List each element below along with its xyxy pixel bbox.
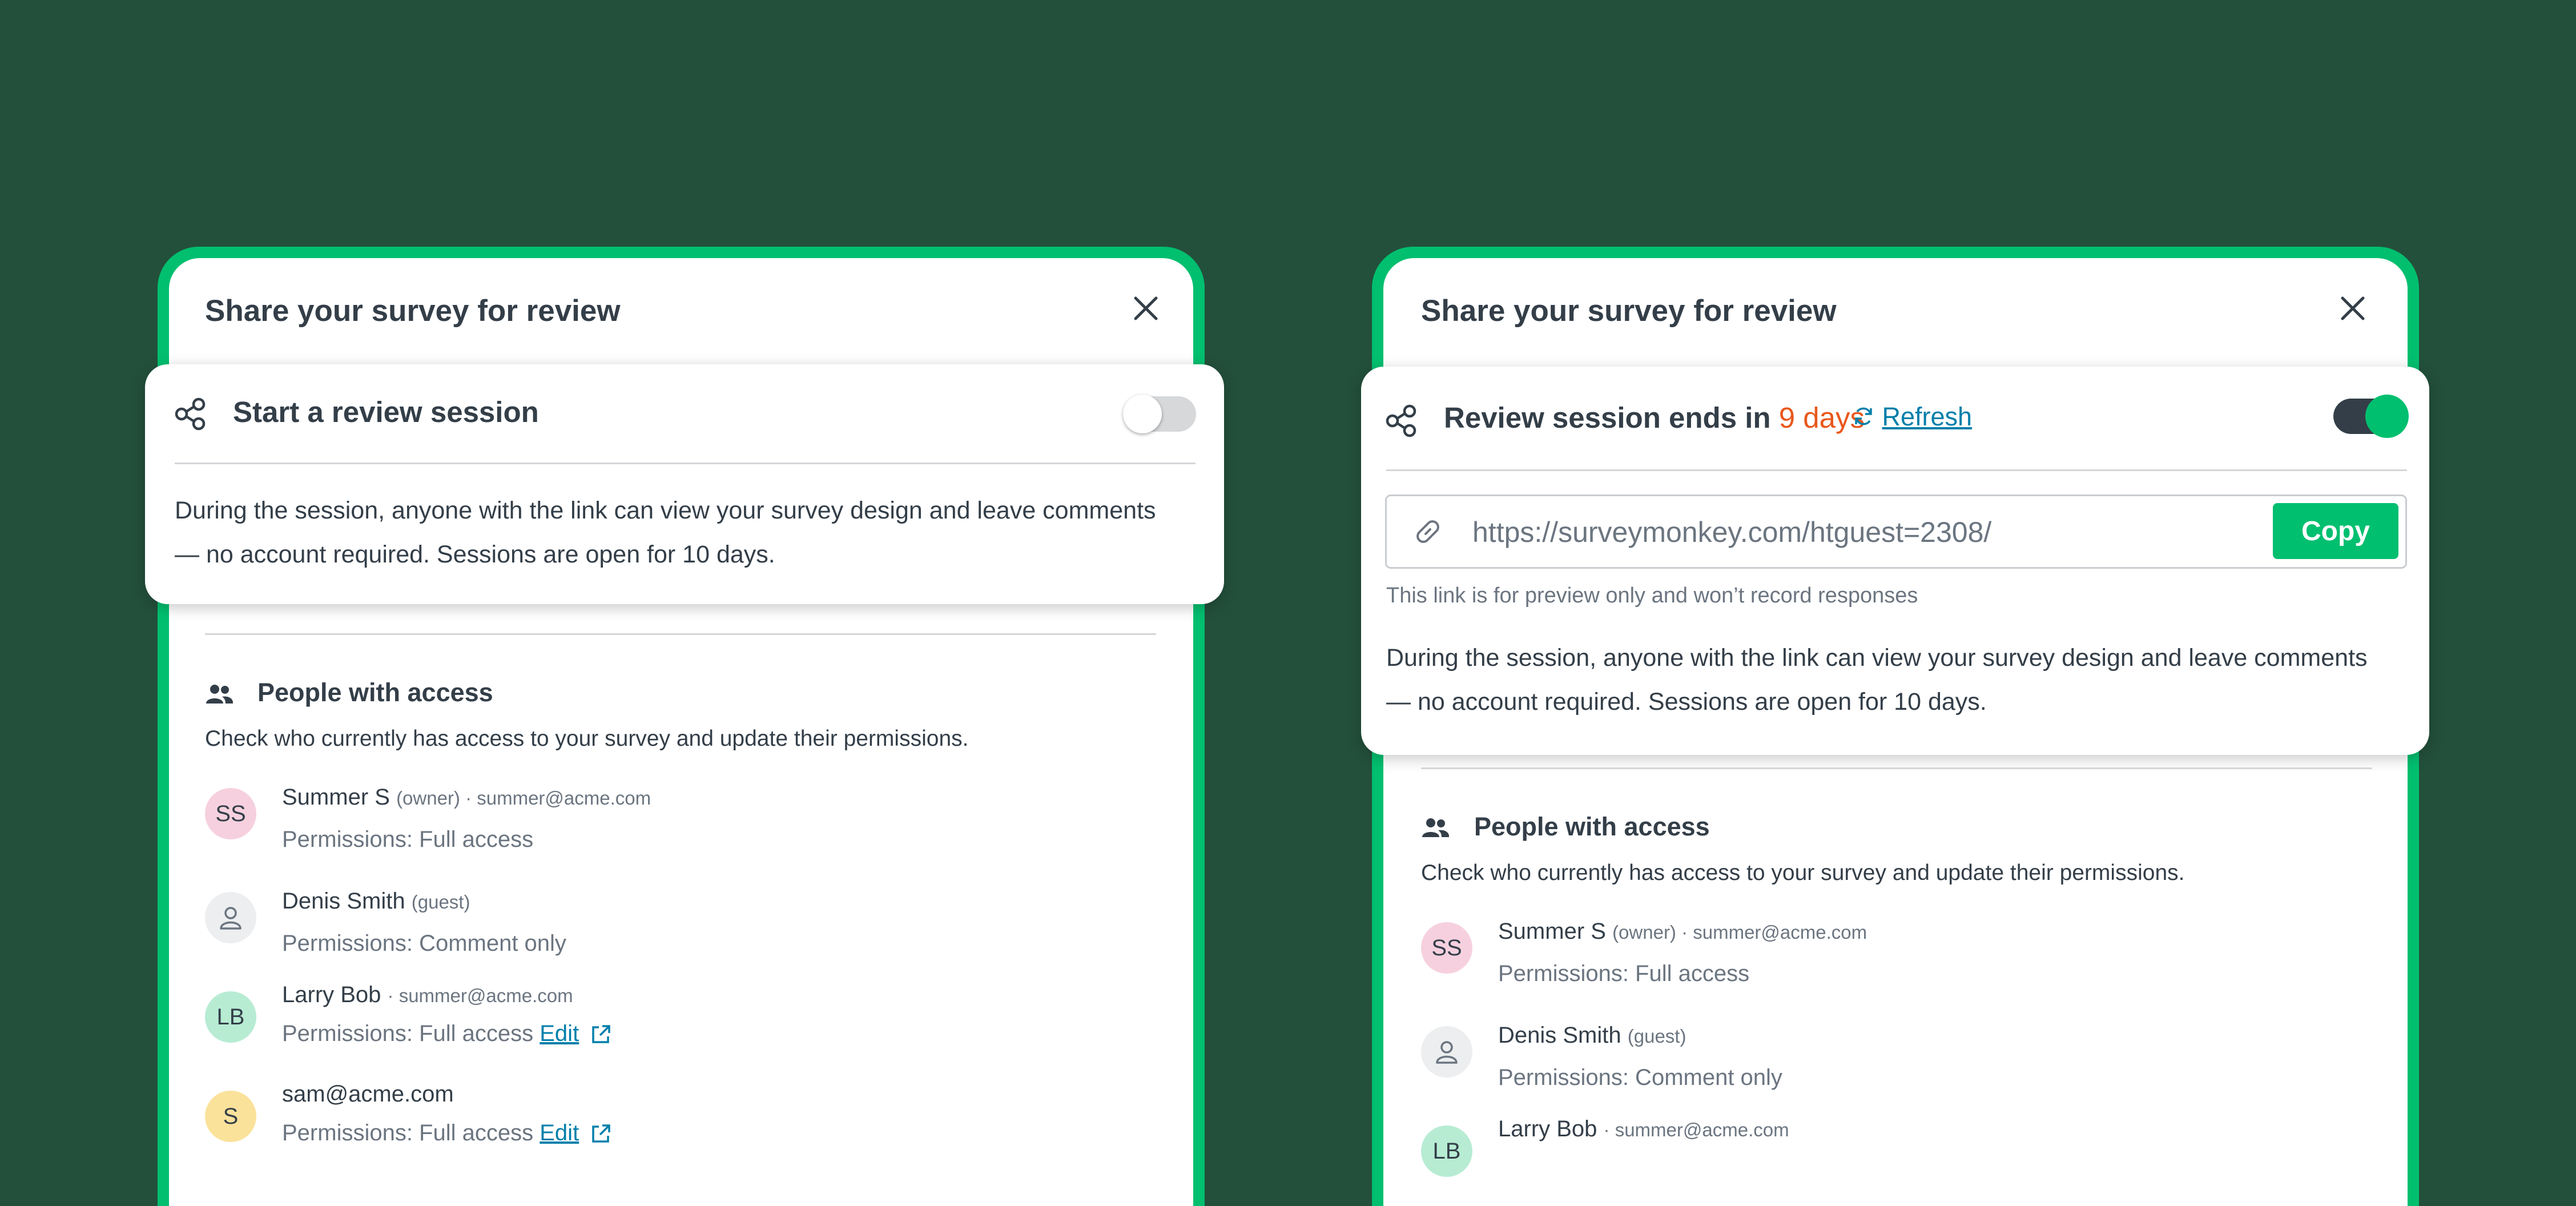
section-divider: [205, 633, 1156, 635]
person-name-text: Larry Bob: [282, 982, 381, 1007]
person-permissions-row: Permissions: Full access Edit: [282, 1021, 611, 1047]
avatar-initials: SS: [1431, 935, 1462, 960]
share-link-url: https://surveymonkey.com/htguest=2308/: [1472, 516, 1992, 548]
person-meta: (owner) · summer@acme.com: [396, 787, 651, 809]
share-icon: [175, 397, 206, 431]
description-line-1: During the session, anyone with the link…: [175, 497, 1156, 524]
card-divider: [175, 463, 1196, 464]
person-permissions: Permissions: Full access: [1498, 961, 1750, 986]
review-session-card: Start a review session During the sessio…: [145, 364, 1224, 604]
person-meta: (guest): [411, 891, 470, 912]
person-name: sam@acme.com: [282, 1082, 454, 1107]
person-permissions-row: Permissions: Full access Edit: [282, 1120, 611, 1146]
share-icon: [1386, 404, 1416, 437]
people-with-access-title: People with access: [257, 678, 493, 707]
person-name: Summer S (owner) · summer@acme.com: [1498, 919, 1867, 944]
card-divider: [1386, 469, 2407, 471]
avatar: SS: [1421, 922, 1472, 974]
session-description: During the session, anyone with the link…: [175, 489, 1156, 577]
external-link-icon[interactable]: [590, 1024, 611, 1046]
person-meta: (owner) · summer@acme.com: [1612, 922, 1867, 943]
person-name-text: Summer S: [1498, 919, 1606, 944]
description-line-1: During the session, anyone with the link…: [1386, 644, 2368, 672]
avatar-initials: S: [223, 1103, 239, 1129]
link-helper-text: This link is for preview only and won’t …: [1386, 584, 1918, 608]
card-title-prefix: Review session ends in: [1444, 401, 1771, 434]
person-icon: [1436, 1041, 1458, 1064]
people-with-access-title: People with access: [1474, 812, 1710, 841]
description-line-2: — no account required. Sessions are open…: [175, 541, 775, 568]
refresh-icon: [1855, 407, 1872, 425]
person-icon: [220, 907, 242, 930]
person-permissions: Permissions: Full access: [282, 1120, 534, 1145]
person-name: Denis Smith (guest): [282, 889, 470, 914]
card-title: Review session ends in 9 days: [1444, 401, 1865, 435]
person-name: Larry Bob · summer@acme.com: [282, 982, 573, 1008]
avatar-initials: LB: [216, 1004, 245, 1030]
avatar: [205, 892, 256, 943]
edit-link[interactable]: Edit: [540, 1021, 579, 1046]
session-description: During the session, anyone with the link…: [1386, 636, 2368, 724]
people-with-access-description: Check who currently has access to your s…: [1421, 861, 2185, 885]
avatar-initials: LB: [1432, 1138, 1461, 1164]
section-divider: [1421, 767, 2372, 769]
share-dialog: Share your survey for review Review sess…: [1361, 258, 2429, 1206]
person-name-text: Denis Smith: [282, 889, 405, 914]
person-name-text: Summer S: [282, 785, 390, 810]
edit-link[interactable]: Edit: [540, 1120, 579, 1145]
dialog-title: Share your survey for review: [205, 294, 621, 328]
review-session-toggle[interactable]: [2333, 395, 2409, 438]
person-name-text: Larry Bob: [1498, 1116, 1597, 1141]
person-meta: · summer@acme.com: [387, 985, 573, 1006]
refresh-link[interactable]: Refresh: [1852, 402, 1972, 432]
right-panel-frame: Share your survey for review Review sess…: [1361, 247, 2429, 1206]
person-permissions: Permissions: Comment only: [1498, 1065, 1782, 1090]
toggle-knob: [1123, 395, 1162, 433]
avatar: LB: [205, 991, 256, 1043]
link-icon: [1416, 520, 1439, 543]
people-icon: [206, 685, 234, 704]
share-dialog: Share your survey for review Start a rev…: [145, 258, 1224, 1206]
close-icon[interactable]: [2337, 292, 2369, 324]
share-link-field[interactable]: https://surveymonkey.com/htguest=2308/ C…: [1385, 495, 2407, 569]
person-permissions: Permissions: Comment only: [282, 931, 566, 956]
avatar: [1421, 1026, 1472, 1078]
close-icon[interactable]: [1130, 292, 1162, 324]
card-title: Start a review session: [233, 396, 539, 428]
avatar: S: [205, 1091, 256, 1142]
refresh-label: Refresh: [1882, 402, 1973, 431]
people-with-access-description: Check who currently has access to your s…: [205, 726, 969, 751]
person-name: Denis Smith (guest): [1498, 1023, 1686, 1048]
review-session-toggle[interactable]: [1123, 395, 1196, 433]
toggle-knob: [2365, 395, 2409, 438]
person-name: Larry Bob · summer@acme.com: [1498, 1116, 1789, 1142]
person-permissions: Permissions: Full access: [282, 827, 534, 852]
copy-button[interactable]: Copy: [2273, 503, 2398, 559]
external-link-icon[interactable]: [590, 1123, 611, 1145]
review-session-card: Review session ends in 9 days Refresh ht…: [1361, 367, 2429, 755]
description-line-2: — no account required. Sessions are open…: [1386, 688, 1987, 715]
person-meta: · summer@acme.com: [1603, 1119, 1789, 1140]
people-icon: [1422, 818, 1450, 837]
person-meta: (guest): [1627, 1026, 1687, 1047]
avatar: SS: [205, 788, 256, 839]
person-name: Summer S (owner) · summer@acme.com: [282, 785, 651, 810]
person-name-text: sam@acme.com: [282, 1082, 454, 1107]
dialog-title: Share your survey for review: [1421, 294, 1837, 328]
person-permissions: Permissions: Full access: [282, 1021, 534, 1046]
person-name-text: Denis Smith: [1498, 1023, 1621, 1048]
left-panel-frame: Share your survey for review Start a rev…: [145, 247, 1224, 1206]
avatar-initials: SS: [215, 801, 246, 826]
